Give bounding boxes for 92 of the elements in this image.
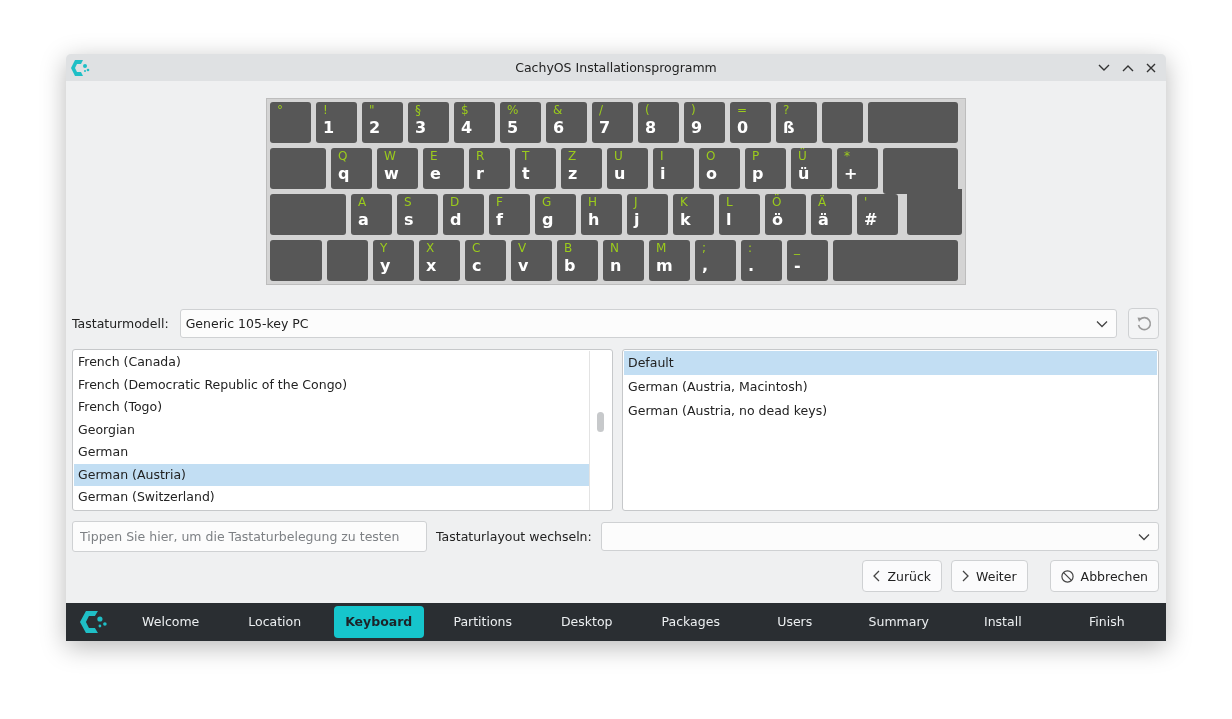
key: ! 1: [316, 102, 357, 143]
key: W w: [377, 148, 418, 189]
key: B b: [557, 240, 598, 281]
variant-list-item[interactable]: Default: [624, 351, 1157, 375]
layout-list-item[interactable]: German: [74, 441, 589, 464]
key: K k: [673, 194, 714, 235]
key: _ -: [787, 240, 828, 281]
keyboard-model-label: Tastaturmodell:: [72, 316, 169, 331]
step-tab[interactable]: Finish: [1062, 606, 1152, 638]
layout-list-item[interactable]: French (Canada): [74, 351, 589, 374]
key: § 3: [408, 102, 449, 143]
layout-list-item[interactable]: French (Democratic Republic of the Congo): [74, 373, 589, 396]
key: H h: [581, 194, 622, 235]
key: N n: [603, 240, 644, 281]
step-tab[interactable]: Location: [229, 606, 320, 638]
key: [822, 102, 863, 143]
layout-list-item[interactable]: French (Togo): [74, 396, 589, 419]
minimize-icon[interactable]: [1098, 63, 1110, 72]
key: Ö ö: [765, 194, 806, 235]
keyboard-model-dropdown[interactable]: Generic 105-key PC: [179, 309, 1117, 338]
tab-key: [270, 148, 326, 189]
key: * +: [837, 148, 878, 189]
key: °: [270, 102, 311, 143]
key: R r: [469, 148, 510, 189]
chevron-right-icon: [962, 570, 970, 582]
key: V v: [511, 240, 552, 281]
key: [327, 240, 368, 281]
switch-layout-label: Tastaturlayout wechseln:: [436, 529, 592, 544]
step-tab[interactable]: Welcome: [125, 606, 216, 638]
key: P p: [745, 148, 786, 189]
key: ) 9: [684, 102, 725, 143]
step-tab[interactable]: Install: [958, 606, 1048, 638]
back-button[interactable]: Zurück: [862, 560, 943, 592]
key: ( 8: [638, 102, 679, 143]
key: = 0: [730, 102, 771, 143]
key: Z z: [561, 148, 602, 189]
key: / 7: [592, 102, 633, 143]
key: Y y: [373, 240, 414, 281]
key: A a: [351, 194, 392, 235]
key: " 2: [362, 102, 403, 143]
key: ? ß: [776, 102, 817, 143]
key: Q q: [331, 148, 372, 189]
cancel-button[interactable]: Abbrechen: [1049, 560, 1159, 592]
key: C c: [465, 240, 506, 281]
logo-icon: [70, 58, 90, 77]
key: & 6: [546, 102, 587, 143]
enter-key: [907, 189, 962, 235]
key: O o: [699, 148, 740, 189]
key: E e: [423, 148, 464, 189]
key: D d: [443, 194, 484, 235]
shift-key: [270, 240, 322, 281]
key: : .: [741, 240, 782, 281]
variant-list-item[interactable]: German (Austria, no dead keys): [624, 399, 1157, 423]
key: T t: [515, 148, 556, 189]
reset-button[interactable]: [1128, 308, 1159, 339]
chevron-left-icon: [873, 570, 881, 582]
next-button[interactable]: Weiter: [951, 560, 1028, 592]
step-tab[interactable]: Desktop: [541, 606, 632, 638]
key: M m: [649, 240, 690, 281]
step-tab[interactable]: Partitions: [437, 606, 528, 638]
key: Ü ü: [791, 148, 832, 189]
key: % 5: [500, 102, 541, 143]
dropdown-caret-icon: [1096, 319, 1108, 328]
key: I i: [653, 148, 694, 189]
key: G g: [535, 194, 576, 235]
maximize-icon[interactable]: [1122, 63, 1134, 72]
key: ; ,: [695, 240, 736, 281]
test-input-field[interactable]: Tippen Sie hier, um die Tastaturbelegung zu testen: [72, 521, 427, 552]
key: J j: [627, 194, 668, 235]
step-tab[interactable]: Users: [749, 606, 840, 638]
key: X x: [419, 240, 460, 281]
scrollbar-thumb[interactable]: [597, 412, 604, 432]
key: ' #: [857, 194, 898, 235]
key: U u: [607, 148, 648, 189]
key: S s: [397, 194, 438, 235]
layout-list-item[interactable]: German (Switzerland): [74, 486, 589, 509]
layout-list-item[interactable]: Georgian: [74, 418, 589, 441]
key: $ 4: [454, 102, 495, 143]
key: L l: [719, 194, 760, 235]
variant-list-item[interactable]: German (Austria, Macintosh): [624, 375, 1157, 399]
dropdown-caret-icon: [1138, 532, 1150, 541]
key: Ä ä: [811, 194, 852, 235]
logo-icon: [78, 609, 108, 635]
step-tab[interactable]: Summary: [854, 606, 944, 638]
step-tab[interactable]: Keyboard: [333, 606, 424, 638]
cancel-icon: [1060, 569, 1074, 583]
key: F f: [489, 194, 530, 235]
window-title: CachyOS Installationsprogramm: [515, 60, 717, 75]
layout-list-item[interactable]: German (Austria): [74, 463, 589, 486]
close-icon[interactable]: [1146, 62, 1156, 73]
step-tab[interactable]: Packages: [645, 606, 736, 638]
switch-layout-dropdown[interactable]: [600, 522, 1159, 551]
